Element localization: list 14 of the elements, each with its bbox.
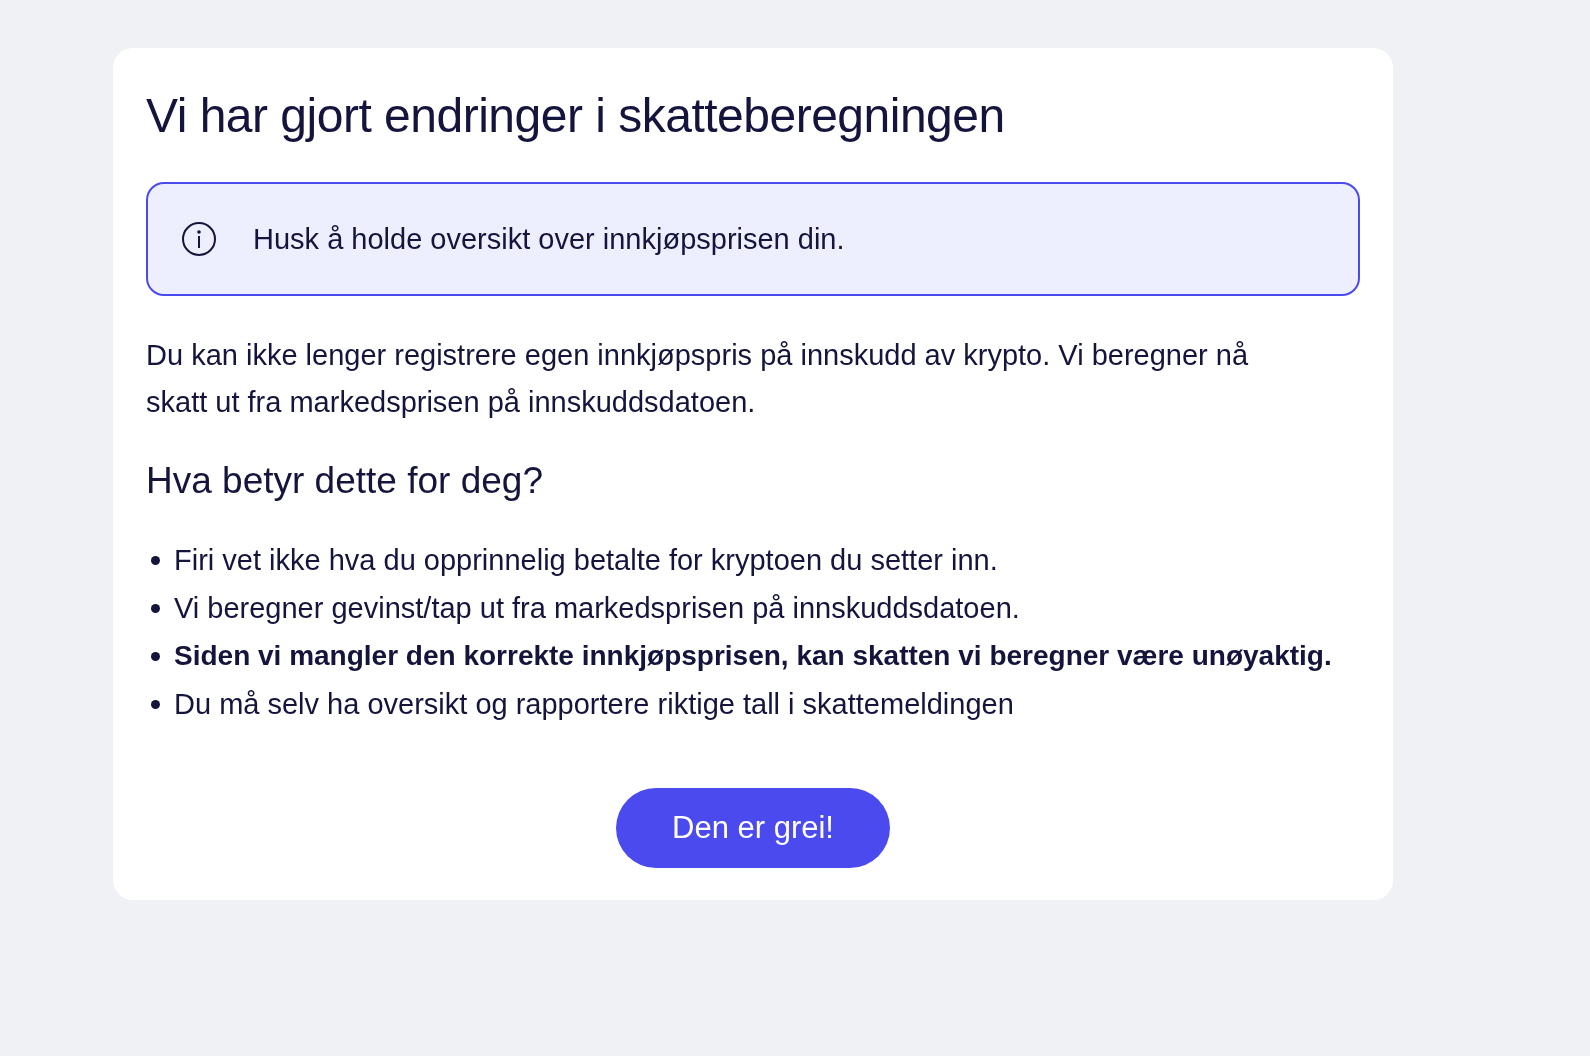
notice-text: Husk å holde oversikt over innkjøpsprisen din. — [253, 222, 845, 256]
bullet-icon — [151, 652, 160, 661]
bullet-text: Vi beregner gevinst/tap ut fra markedsprisen på innskuddsdatoen. — [174, 591, 1020, 626]
bullet-text: Siden vi mangler den korrekte innkjøpsprisen, kan skatten vi beregner være unøyaktig. — [174, 639, 1332, 673]
bullet-icon — [151, 556, 160, 565]
bullet-icon — [151, 604, 160, 613]
confirm-button[interactable]: Den er grei! — [616, 788, 890, 868]
bullet-text: Du må selv ha oversikt og rapportere riktige tall i skattemeldingen — [174, 687, 1014, 722]
bullet-text: Firi vet ikke hva du opprinnelig betalte for kryptoen du setter inn. — [174, 543, 998, 578]
info-icon — [181, 221, 217, 257]
section-heading: Hva betyr dette for deg? — [146, 459, 544, 503]
dialog-title: Vi har gjort endringer i skatteberegningen — [146, 88, 1006, 144]
bullet-icon — [151, 700, 160, 709]
body-paragraph: Du kan ikke lenger registrere egen innkjøpspris på innskudd av krypto. Vi beregner nå skatt ut fra markedsprisen på innskuddsdatoen. — [146, 338, 1250, 420]
